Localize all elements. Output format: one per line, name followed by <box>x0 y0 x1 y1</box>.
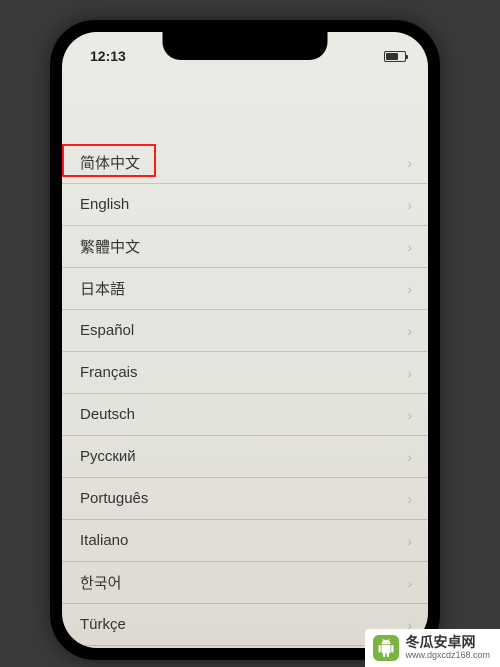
language-label: 한국어 <box>80 572 407 593</box>
chevron-right-icon: › <box>407 155 412 171</box>
chevron-right-icon: › <box>407 239 412 255</box>
chevron-right-icon: › <box>407 281 412 297</box>
phone-frame: 12:13 简体中文 › English › 繁體中文 <box>50 20 440 660</box>
language-row-french[interactable]: Français › <box>62 352 428 394</box>
language-label: Deutsch <box>80 406 407 423</box>
status-right <box>384 51 406 62</box>
chevron-right-icon: › <box>407 575 412 591</box>
language-label: English <box>80 196 407 213</box>
language-label: 日本語 <box>80 278 407 299</box>
watermark: 冬瓜安卓网 www.dgxcdz168.com <box>365 629 500 667</box>
language-label: Türkçe <box>80 616 407 633</box>
language-row-simplified-chinese[interactable]: 简体中文 › <box>62 142 428 184</box>
chevron-right-icon: › <box>407 407 412 423</box>
battery-icon <box>384 51 406 62</box>
list-spacer <box>62 72 428 142</box>
language-label: 简体中文 <box>80 152 407 173</box>
language-list: 简体中文 › English › 繁體中文 › 日本語 › Español <box>62 142 428 646</box>
watermark-title: 冬瓜安卓网 <box>405 635 490 650</box>
chevron-right-icon: › <box>407 533 412 549</box>
watermark-android-icon <box>373 635 399 661</box>
language-label: Español <box>80 322 407 339</box>
battery-fill <box>386 53 398 60</box>
chevron-right-icon: › <box>407 365 412 381</box>
language-row-japanese[interactable]: 日本語 › <box>62 268 428 310</box>
language-row-korean[interactable]: 한국어 › <box>62 562 428 604</box>
chevron-right-icon: › <box>407 197 412 213</box>
language-row-english[interactable]: English › <box>62 184 428 226</box>
chevron-right-icon: › <box>407 449 412 465</box>
language-label: Italiano <box>80 532 407 549</box>
language-row-traditional-chinese[interactable]: 繁體中文 › <box>62 226 428 268</box>
notch <box>163 32 328 60</box>
language-label: Português <box>80 490 407 507</box>
chevron-right-icon: › <box>407 323 412 339</box>
phone-inner: 12:13 简体中文 › English › 繁體中文 <box>62 32 428 648</box>
language-label: Русский <box>80 448 407 465</box>
language-row-portuguese[interactable]: Português › <box>62 478 428 520</box>
language-row-italian[interactable]: Italiano › <box>62 520 428 562</box>
language-row-spanish[interactable]: Español › <box>62 310 428 352</box>
language-row-german[interactable]: Deutsch › <box>62 394 428 436</box>
watermark-url: www.dgxcdz168.com <box>405 651 490 661</box>
language-label: Français <box>80 364 407 381</box>
language-row-russian[interactable]: Русский › <box>62 436 428 478</box>
status-time: 12:13 <box>90 48 126 64</box>
language-label: 繁體中文 <box>80 236 407 257</box>
screen: 12:13 简体中文 › English › 繁體中文 <box>62 32 428 648</box>
chevron-right-icon: › <box>407 491 412 507</box>
watermark-text: 冬瓜安卓网 www.dgxcdz168.com <box>405 635 490 660</box>
